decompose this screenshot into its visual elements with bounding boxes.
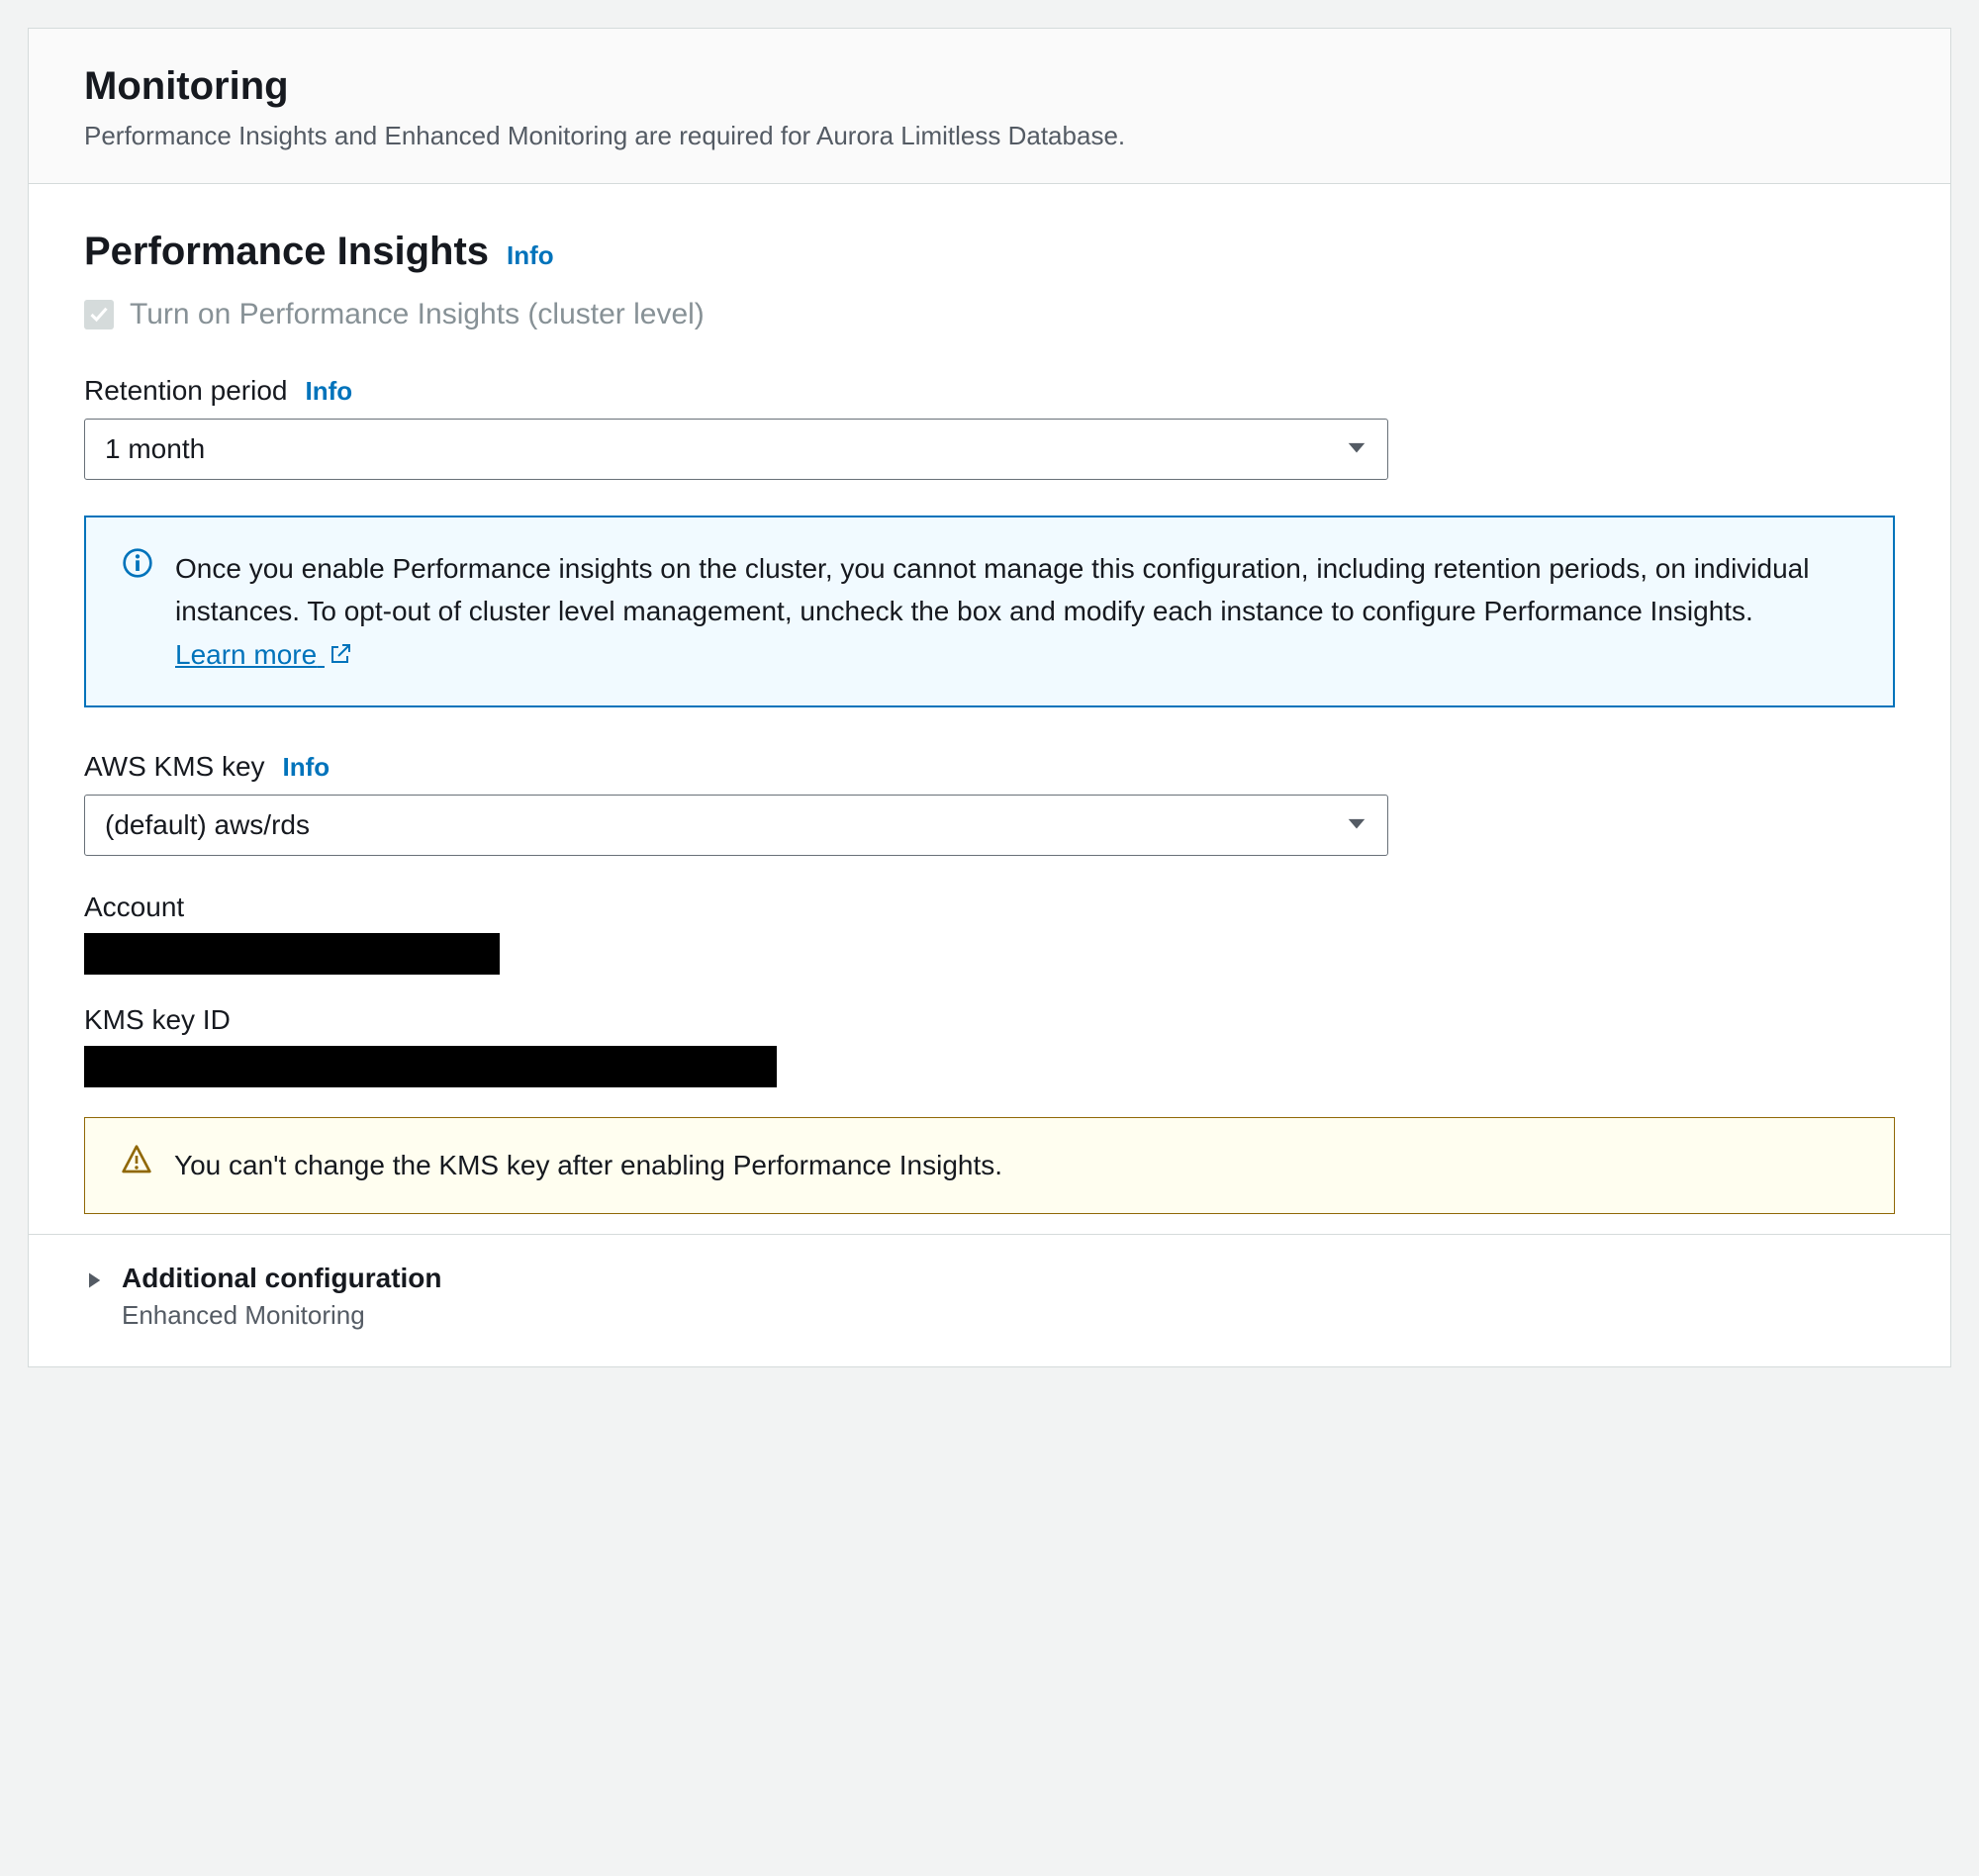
kms-key-id-block: KMS key ID xyxy=(84,1004,1895,1087)
monitoring-body: Performance Insights Info Turn on Perfor… xyxy=(29,184,1950,1234)
kms-select[interactable]: (default) aws/rds xyxy=(84,795,1388,856)
monitoring-title: Monitoring xyxy=(84,64,1895,109)
triangle-right-icon xyxy=(84,1263,104,1297)
kms-info-link[interactable]: Info xyxy=(283,752,330,783)
additional-configuration-toggle[interactable]: Additional configuration Enhanced Monito… xyxy=(29,1234,1950,1366)
performance-insights-info-link[interactable]: Info xyxy=(507,240,554,271)
performance-insights-heading-row: Performance Insights Info xyxy=(84,230,1895,274)
turn-on-pi-label: Turn on Performance Insights (cluster le… xyxy=(130,298,705,331)
checkmark-icon xyxy=(89,305,109,325)
kms-value: (default) aws/rds xyxy=(105,809,310,841)
turn-on-pi-checkbox-row: Turn on Performance Insights (cluster le… xyxy=(84,298,1895,331)
additional-configuration-title: Additional configuration xyxy=(122,1263,442,1294)
external-link-icon xyxy=(329,642,352,666)
monitoring-header: Monitoring Performance Insights and Enha… xyxy=(29,29,1950,184)
caret-down-icon xyxy=(1346,809,1367,841)
learn-more-link[interactable]: Learn more xyxy=(175,639,352,670)
additional-configuration-subtitle: Enhanced Monitoring xyxy=(122,1300,442,1331)
kms-key-id-label: KMS key ID xyxy=(84,1004,1895,1036)
caret-down-icon xyxy=(1346,433,1367,465)
warning-icon xyxy=(121,1144,152,1182)
kms-key-id-value-redacted xyxy=(84,1046,777,1087)
kms-label-row: AWS KMS key Info xyxy=(84,751,1895,783)
monitoring-panel: Monitoring Performance Insights and Enha… xyxy=(28,28,1951,1367)
retention-select[interactable]: 1 month xyxy=(84,419,1388,480)
pi-cluster-info-text: Once you enable Performance insights on … xyxy=(175,547,1857,676)
retention-info-link[interactable]: Info xyxy=(305,376,352,407)
kms-label: AWS KMS key xyxy=(84,751,265,783)
account-value-redacted xyxy=(84,933,500,975)
retention-label-row: Retention period Info xyxy=(84,375,1895,407)
kms-warning-text: You can't change the KMS key after enabl… xyxy=(174,1144,1002,1186)
retention-value: 1 month xyxy=(105,433,205,465)
account-label: Account xyxy=(84,891,1895,923)
account-block: Account xyxy=(84,891,1895,975)
performance-insights-heading: Performance Insights xyxy=(84,230,489,274)
info-icon xyxy=(122,547,153,586)
turn-on-pi-checkbox xyxy=(84,300,114,329)
pi-cluster-info-alert: Once you enable Performance insights on … xyxy=(84,516,1895,707)
monitoring-description: Performance Insights and Enhanced Monito… xyxy=(84,121,1895,151)
kms-warning-alert: You can't change the KMS key after enabl… xyxy=(84,1117,1895,1213)
retention-label: Retention period xyxy=(84,375,287,407)
